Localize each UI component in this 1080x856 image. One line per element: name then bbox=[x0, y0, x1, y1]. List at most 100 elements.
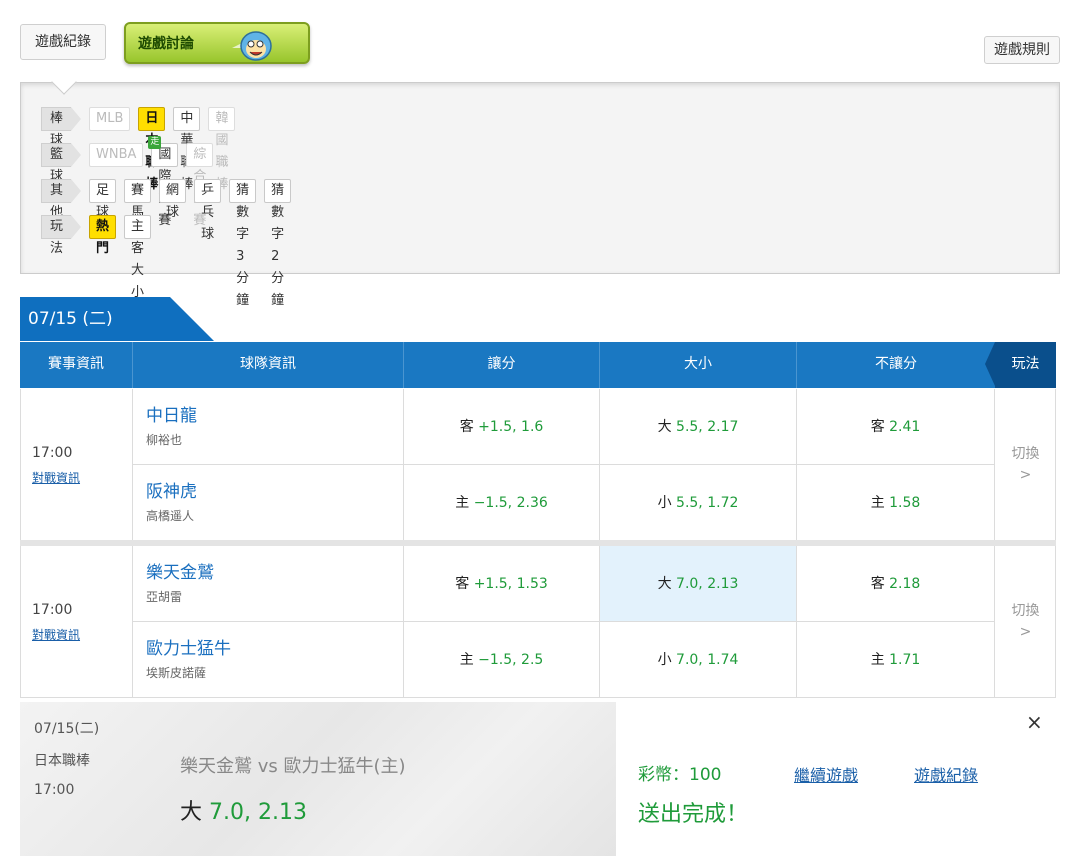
filter-chip-label: 熱門 bbox=[96, 219, 110, 256]
switch-button[interactable]: 切換 bbox=[995, 600, 1056, 620]
filter-category-label: 籃球 bbox=[41, 143, 82, 184]
header-match-info: 賽事資訊 bbox=[20, 342, 133, 388]
filter-row-playstyle: 玩法 熱門 主客大小 bbox=[41, 215, 159, 300]
moneyline-odds-cell[interactable]: 主 1.71 bbox=[797, 622, 995, 698]
filter-row-basketball: 籃球 WNBA 國際籃賽走綜合籃賽 bbox=[41, 136, 221, 228]
filter-category-label: 其他 bbox=[41, 179, 82, 220]
switch-button[interactable]: 切換 bbox=[995, 443, 1056, 463]
filter-chip[interactable]: 日本職棒 bbox=[138, 107, 166, 192]
odds-side: 客 bbox=[455, 576, 470, 592]
odds-value: +1.5, 1.6 bbox=[478, 419, 544, 435]
filter-chip[interactable]: 賽馬 bbox=[124, 179, 152, 220]
filter-chip[interactable]: 熱門 bbox=[89, 215, 117, 256]
match-info-link[interactable]: 對戰資訊 bbox=[32, 626, 80, 643]
confirm-bet-side: 大 bbox=[180, 800, 203, 825]
game-record-tab[interactable]: 遊戲紀錄 bbox=[20, 24, 106, 60]
moneyline-odds-cell[interactable]: 客 2.41 bbox=[797, 389, 995, 465]
team-name[interactable]: 阪神虎 bbox=[146, 477, 197, 502]
odds-side: 主 bbox=[455, 495, 470, 511]
filter-category-label: 棒球 bbox=[41, 107, 82, 148]
filter-chip[interactable]: 網球 bbox=[159, 179, 187, 220]
filter-chip[interactable]: 足球 bbox=[89, 179, 117, 220]
odds-side: 客 bbox=[459, 419, 474, 435]
odds-side: 大 bbox=[657, 419, 672, 435]
team-name[interactable]: 樂天金鷲 bbox=[146, 558, 214, 583]
filter-chip[interactable]: 猜數字3分鐘 bbox=[229, 179, 257, 308]
odds-side: 主 bbox=[870, 495, 885, 511]
live-badge: 走 bbox=[148, 136, 162, 149]
total-odds-cell[interactable]: 小 7.0, 1.74 bbox=[600, 622, 797, 698]
confirmation-art bbox=[20, 702, 616, 856]
filter-chip-label: 猜數字3分鐘 bbox=[236, 183, 250, 308]
filter-chip[interactable]: 猜數字2分鐘 bbox=[264, 179, 292, 308]
odds-value: 1.71 bbox=[889, 652, 921, 668]
spread-odds-cell[interactable]: 客 +1.5, 1.6 bbox=[404, 389, 600, 465]
filter-chip-label: 網球 bbox=[166, 183, 180, 220]
filter-chip[interactable]: MLB bbox=[89, 107, 131, 131]
total-odds-cell[interactable]: 大 5.5, 2.17 bbox=[600, 389, 797, 465]
total-odds-cell[interactable]: 小 5.5, 1.72 bbox=[600, 465, 797, 541]
moneyline-odds-cell[interactable]: 主 1.58 bbox=[797, 465, 995, 541]
filter-chip[interactable]: 韓國職棒 bbox=[208, 107, 236, 192]
header-spread: 讓分 bbox=[404, 342, 600, 388]
odds-side: 大 bbox=[657, 576, 672, 592]
header-team-info: 球隊資訊 bbox=[133, 342, 404, 388]
team-name[interactable]: 歐力士猛牛 bbox=[146, 634, 231, 659]
confirm-time: 17:00 bbox=[34, 782, 75, 798]
match-time: 17:00 bbox=[32, 602, 73, 618]
filter-chip-label: 主客大小 bbox=[131, 219, 145, 300]
confirm-bet-value: 7.0, 2.13 bbox=[209, 800, 307, 825]
moneyline-odds-cell[interactable]: 客 2.18 bbox=[797, 546, 995, 622]
game-rules-button[interactable]: 遊戲規則 bbox=[984, 36, 1060, 64]
odds-side: 主 bbox=[870, 652, 885, 668]
game-discussion-tab[interactable]: 遊戲討論 bbox=[124, 22, 310, 64]
odds-value: 2.41 bbox=[889, 419, 921, 435]
odds-side: 小 bbox=[657, 495, 672, 511]
switch-cell bbox=[995, 389, 1056, 541]
team-name[interactable]: 中日龍 bbox=[146, 401, 197, 426]
filter-chip[interactable]: 綜合籃賽 bbox=[186, 143, 214, 228]
odds-value: +1.5, 1.53 bbox=[473, 576, 548, 592]
odds-value: −1.5, 2.36 bbox=[473, 495, 548, 511]
filter-chip[interactable]: 主客大小 bbox=[124, 215, 152, 300]
header-total: 大小 bbox=[600, 342, 797, 388]
confirm-status: 送出完成！ bbox=[638, 802, 749, 827]
odds-value: 5.5, 1.72 bbox=[676, 495, 739, 511]
confirm-league: 日本職棒 bbox=[34, 753, 90, 769]
confirm-date: 07/15(二) bbox=[34, 721, 100, 737]
filter-chip[interactable]: 乒乓球 bbox=[194, 179, 222, 242]
game-discussion-label: 遊戲討論 bbox=[138, 36, 194, 52]
spread-odds-cell[interactable]: 主 −1.5, 2.5 bbox=[404, 622, 600, 698]
pitcher-name: 亞胡雷 bbox=[146, 590, 183, 604]
filter-chip[interactable]: 中華職棒 bbox=[173, 107, 201, 192]
total-odds-cell[interactable]: 大 7.0, 2.13 bbox=[600, 546, 797, 622]
chevron-right-icon: > bbox=[1019, 624, 1032, 640]
filter-chip-label: 猜數字2分鐘 bbox=[271, 183, 285, 308]
odds-value: 2.18 bbox=[889, 576, 921, 592]
confirm-coins: 彩幣：100 bbox=[638, 765, 722, 785]
chevron-right-icon: > bbox=[1019, 467, 1032, 483]
filter-chip[interactable]: 國際籃賽走 bbox=[148, 136, 179, 228]
odds-side: 客 bbox=[870, 576, 885, 592]
spread-odds-cell[interactable]: 主 −1.5, 2.36 bbox=[404, 465, 600, 541]
game-record-link[interactable]: 遊戲紀錄 bbox=[914, 762, 978, 786]
filter-chip-label: MLB bbox=[96, 111, 124, 126]
match-time: 17:00 bbox=[32, 445, 73, 461]
odds-value: −1.5, 2.5 bbox=[478, 652, 544, 668]
odds-value: 5.5, 2.17 bbox=[676, 419, 739, 435]
date-tab[interactable]: 07/15 (二) bbox=[20, 297, 170, 341]
header-moneyline: 不讓分 bbox=[797, 342, 995, 388]
continue-game-link[interactable]: 繼續遊戲 bbox=[794, 762, 858, 786]
match-info-link[interactable]: 對戰資訊 bbox=[32, 469, 80, 486]
filter-chip[interactable]: WNBA bbox=[89, 143, 144, 167]
date-tab-edge bbox=[170, 297, 214, 341]
close-icon[interactable]: × bbox=[1026, 710, 1043, 734]
spread-odds-cell[interactable]: 客 +1.5, 1.53 bbox=[404, 546, 600, 622]
odds-side: 主 bbox=[459, 652, 474, 668]
switch-cell bbox=[995, 546, 1056, 698]
pitcher-name: 埃斯皮諾薩 bbox=[146, 666, 207, 680]
pitcher-name: 高橋遥人 bbox=[146, 509, 195, 523]
match-info-cell bbox=[20, 389, 133, 541]
bet-confirmation: 07/15(二) 日本職棒 17:00 樂天金鷲 vs 歐力士猛牛(主) 大 7… bbox=[20, 702, 1056, 856]
header-play-tab[interactable]: 玩法 bbox=[985, 342, 1056, 388]
